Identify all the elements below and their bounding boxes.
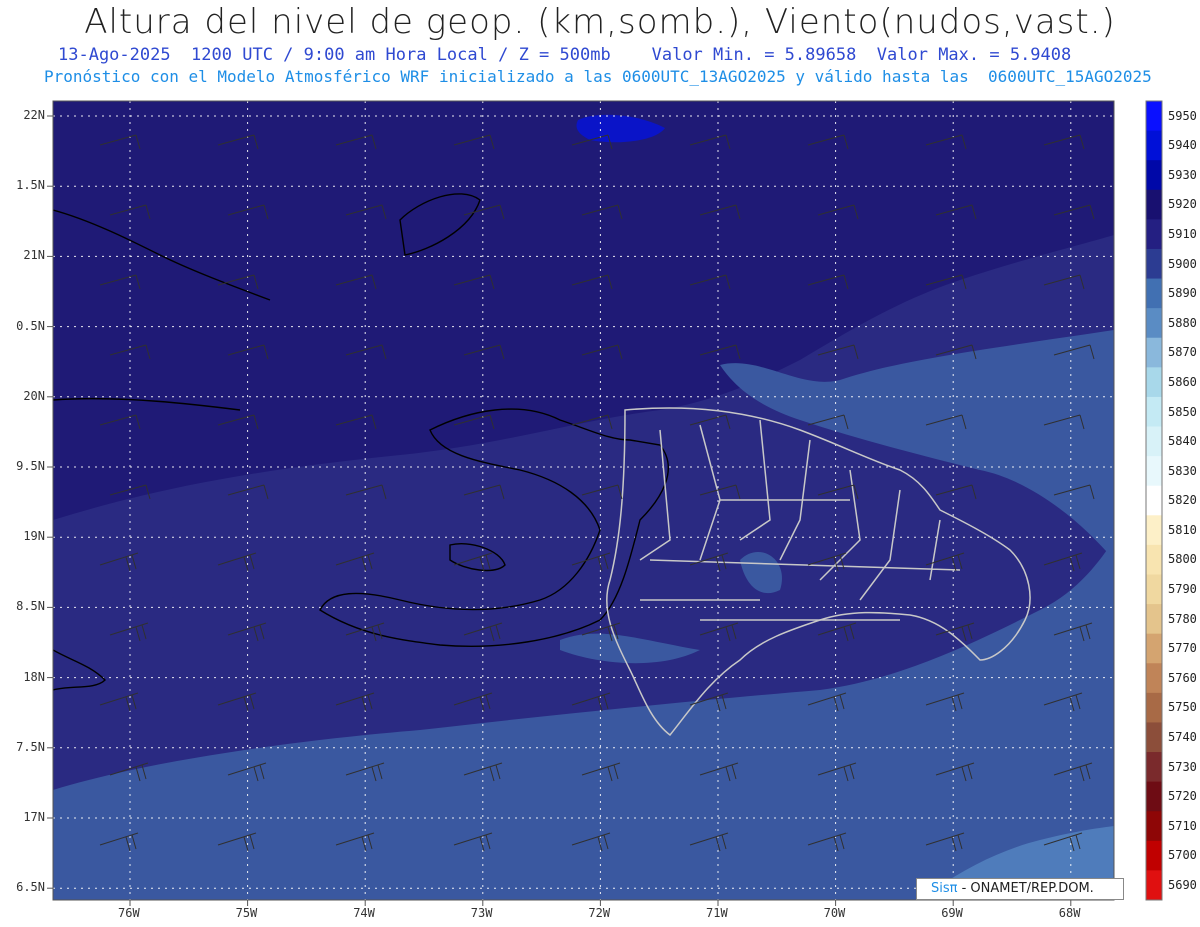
colorbar-label: 5750 bbox=[1168, 700, 1197, 715]
colorbar-swatch bbox=[1146, 456, 1162, 487]
lat-label: 0.5N bbox=[16, 318, 45, 333]
colorbar-label: 5770 bbox=[1168, 641, 1197, 656]
lat-label: 22N bbox=[23, 108, 45, 122]
colorbar-swatch bbox=[1146, 160, 1162, 191]
colorbar-swatch bbox=[1146, 189, 1162, 220]
lat-label: 17N bbox=[23, 810, 45, 824]
colorbar-swatch bbox=[1146, 870, 1162, 901]
colorbar-label: 5860 bbox=[1168, 374, 1197, 389]
colorbar-label: 5930 bbox=[1168, 167, 1197, 182]
colorbar bbox=[1145, 100, 1163, 901]
colorbar-swatch bbox=[1146, 574, 1162, 605]
colorbar-swatch bbox=[1146, 663, 1162, 694]
colorbar-label: 5940 bbox=[1168, 138, 1197, 153]
colorbar-label: 5820 bbox=[1168, 493, 1197, 508]
colorbar-swatch bbox=[1146, 367, 1162, 398]
colorbar-label: 5780 bbox=[1168, 611, 1197, 626]
colorbar-label: 5730 bbox=[1168, 759, 1197, 774]
colorbar-label: 5790 bbox=[1168, 582, 1197, 597]
lon-label: 69W bbox=[941, 906, 963, 920]
colorbar-swatch bbox=[1146, 396, 1162, 428]
colorbar-swatch bbox=[1146, 248, 1162, 280]
colorbar-label: 5720 bbox=[1168, 789, 1197, 804]
colorbar-swatch bbox=[1146, 840, 1162, 871]
sispi-logo-text: Sisπ bbox=[931, 881, 958, 896]
colorbar-swatch bbox=[1146, 219, 1162, 250]
lon-label: 73W bbox=[470, 906, 493, 920]
colorbar-label: 5890 bbox=[1168, 286, 1197, 301]
colorbar-label: 5920 bbox=[1168, 197, 1197, 212]
lat-label: 20N bbox=[23, 388, 45, 403]
credit-box: Sisπ - ONAMET/REP.DOM. bbox=[916, 878, 1124, 900]
lat-label: 19N bbox=[23, 529, 45, 544]
colorbar-label: 5800 bbox=[1168, 552, 1197, 567]
lon-label: 76W bbox=[118, 906, 140, 920]
colorbar-label: 5740 bbox=[1168, 730, 1197, 745]
geopotential-map bbox=[47, 100, 1163, 906]
colorbar-swatch bbox=[1146, 101, 1162, 132]
colorbar-swatch bbox=[1146, 722, 1162, 753]
colorbar-swatch bbox=[1146, 426, 1162, 457]
colorbar-label: 5900 bbox=[1168, 256, 1197, 271]
colorbar-label: 5880 bbox=[1168, 315, 1197, 330]
lon-label: 75W bbox=[235, 906, 258, 920]
colorbar-label: 5690 bbox=[1168, 878, 1197, 892]
colorbar-label: 5950 bbox=[1168, 108, 1197, 123]
lat-label: 1.5N bbox=[16, 178, 45, 193]
colorbar-label: 5760 bbox=[1168, 670, 1197, 685]
colorbar-label: 5710 bbox=[1168, 818, 1197, 833]
lat-label: 7.5N bbox=[16, 739, 45, 754]
colorbar-label: 5870 bbox=[1168, 345, 1197, 360]
colorbar-label: 5700 bbox=[1168, 848, 1197, 863]
colorbar-swatch bbox=[1146, 781, 1162, 812]
colorbar-swatch bbox=[1146, 308, 1162, 339]
colorbar-swatch bbox=[1146, 278, 1162, 309]
lon-label: 68W bbox=[1058, 906, 1081, 920]
colorbar-swatch bbox=[1146, 692, 1162, 723]
colorbar-swatch bbox=[1146, 604, 1162, 635]
colorbar-label: 5830 bbox=[1168, 463, 1197, 478]
colorbar-swatch bbox=[1146, 752, 1162, 783]
colorbar-swatch bbox=[1146, 811, 1162, 842]
colorbar-label: 5910 bbox=[1168, 226, 1197, 241]
lat-label: 21N bbox=[23, 248, 45, 263]
lat-label: 9.5N bbox=[16, 459, 45, 473]
map-plot-area bbox=[53, 101, 1114, 900]
colorbar-swatch bbox=[1146, 485, 1162, 516]
lon-label: 74W bbox=[353, 906, 375, 920]
colorbar-label: 5850 bbox=[1168, 404, 1197, 419]
credit-org: - ONAMET/REP.DOM. bbox=[957, 881, 1094, 896]
colorbar-label: 5810 bbox=[1168, 522, 1197, 537]
colorbar-swatch bbox=[1146, 544, 1162, 575]
colorbar-swatch bbox=[1146, 130, 1162, 161]
lon-label: 70W bbox=[823, 906, 846, 920]
lon-label: 72W bbox=[588, 906, 611, 920]
lat-label: 6.5N bbox=[16, 880, 45, 895]
colorbar-swatch bbox=[1146, 633, 1162, 664]
colorbar-swatch bbox=[1146, 337, 1162, 368]
lon-label: 71W bbox=[706, 906, 728, 920]
lat-label: 8.5N bbox=[16, 599, 45, 614]
colorbar-label: 5840 bbox=[1168, 434, 1197, 449]
colorbar-swatch bbox=[1146, 515, 1162, 546]
lat-label: 18N bbox=[23, 669, 45, 684]
